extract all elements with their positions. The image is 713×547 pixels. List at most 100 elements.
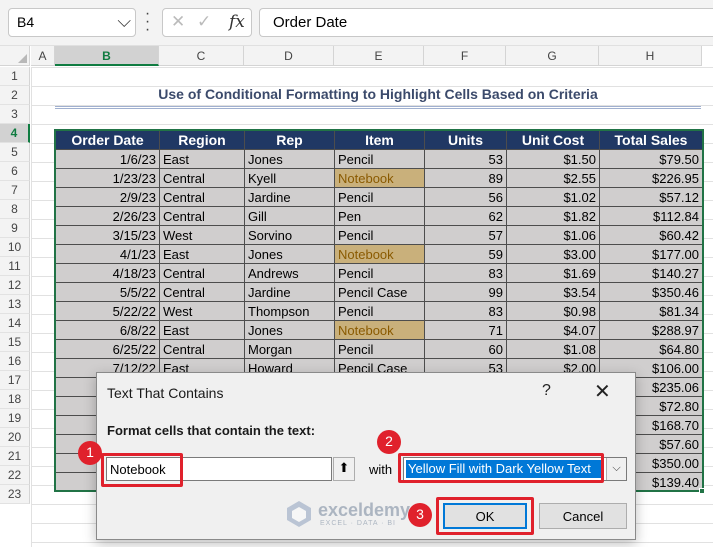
table-cell[interactable]: Central bbox=[159, 282, 245, 302]
table-cell[interactable]: Pencil bbox=[334, 225, 425, 245]
column-header-d[interactable]: D bbox=[244, 46, 334, 66]
table-cell[interactable]: $226.95 bbox=[599, 168, 703, 188]
row-header-13[interactable]: 13 bbox=[0, 295, 30, 314]
table-cell[interactable]: Jones bbox=[244, 244, 335, 264]
table-cell[interactable]: Central bbox=[159, 206, 245, 226]
table-cell[interactable]: 83 bbox=[424, 301, 507, 321]
table-cell[interactable]: $1.08 bbox=[506, 339, 600, 359]
insert-function-icon[interactable]: fx bbox=[229, 12, 245, 32]
select-all-corner[interactable] bbox=[0, 46, 30, 66]
table-cell[interactable]: $1.69 bbox=[506, 263, 600, 283]
table-cell[interactable]: East bbox=[159, 320, 245, 340]
table-cell[interactable]: 99 bbox=[424, 282, 507, 302]
table-cell[interactable]: East bbox=[159, 244, 245, 264]
table-cell[interactable]: Notebook bbox=[334, 168, 425, 188]
row-header-11[interactable]: 11 bbox=[0, 257, 30, 276]
table-cell[interactable]: 83 bbox=[424, 263, 507, 283]
column-header-g[interactable]: G bbox=[506, 46, 599, 66]
column-header-e[interactable]: E bbox=[334, 46, 424, 66]
row-header-9[interactable]: 9 bbox=[0, 219, 30, 238]
fill-handle[interactable] bbox=[699, 488, 705, 494]
table-cell[interactable]: Jardine bbox=[244, 282, 335, 302]
table-header[interactable]: Total Sales bbox=[599, 130, 703, 150]
row-header-20[interactable]: 20 bbox=[0, 428, 30, 447]
table-cell[interactable]: Kyell bbox=[244, 168, 335, 188]
table-cell[interactable]: Pen bbox=[334, 206, 425, 226]
table-cell[interactable]: 3/15/23 bbox=[55, 225, 160, 245]
chevron-down-icon[interactable]: ⌵ bbox=[606, 458, 626, 480]
table-cell[interactable]: 60 bbox=[424, 339, 507, 359]
table-cell[interactable]: $350.46 bbox=[599, 282, 703, 302]
row-header-16[interactable]: 16 bbox=[0, 352, 30, 371]
table-cell[interactable]: $57.12 bbox=[599, 187, 703, 207]
table-cell[interactable]: $140.27 bbox=[599, 263, 703, 283]
table-cell[interactable]: 6/25/22 bbox=[55, 339, 160, 359]
chevron-down-icon[interactable]: ⌵ bbox=[117, 11, 131, 32]
table-cell[interactable]: 71 bbox=[424, 320, 507, 340]
row-header-18[interactable]: 18 bbox=[0, 390, 30, 409]
table-cell[interactable]: $60.42 bbox=[599, 225, 703, 245]
table-header[interactable]: Item bbox=[334, 130, 425, 150]
table-cell[interactable]: Pencil bbox=[334, 149, 425, 169]
ok-button[interactable]: OK bbox=[443, 503, 527, 529]
row-header-19[interactable]: 19 bbox=[0, 409, 30, 428]
table-cell[interactable]: Pencil Case bbox=[334, 282, 425, 302]
table-cell[interactable]: 2/9/23 bbox=[55, 187, 160, 207]
table-cell[interactable]: $0.98 bbox=[506, 301, 600, 321]
contains-text-input[interactable]: Notebook bbox=[106, 457, 332, 481]
column-header-f[interactable]: F bbox=[424, 46, 506, 66]
table-cell[interactable]: Central bbox=[159, 187, 245, 207]
row-header-22[interactable]: 22 bbox=[0, 466, 30, 485]
table-cell[interactable]: Thompson bbox=[244, 301, 335, 321]
close-icon[interactable]: ✕ bbox=[594, 379, 611, 404]
table-cell[interactable]: West bbox=[159, 225, 245, 245]
table-cell[interactable]: Central bbox=[159, 263, 245, 283]
table-cell[interactable]: Pencil bbox=[334, 187, 425, 207]
table-cell[interactable]: $79.50 bbox=[599, 149, 703, 169]
table-cell[interactable]: $4.07 bbox=[506, 320, 600, 340]
cancel-button[interactable]: Cancel bbox=[539, 503, 627, 529]
table-cell[interactable]: 5/22/22 bbox=[55, 301, 160, 321]
row-header-4[interactable]: 4 bbox=[0, 124, 30, 143]
row-header-21[interactable]: 21 bbox=[0, 447, 30, 466]
table-cell[interactable]: Gill bbox=[244, 206, 335, 226]
column-header-c[interactable]: C bbox=[159, 46, 244, 66]
table-cell[interactable]: 53 bbox=[424, 149, 507, 169]
row-header-6[interactable]: 6 bbox=[0, 162, 30, 181]
table-cell[interactable]: $1.50 bbox=[506, 149, 600, 169]
table-cell[interactable]: $3.00 bbox=[506, 244, 600, 264]
table-header[interactable]: Unit Cost bbox=[506, 130, 600, 150]
table-header[interactable]: Order Date bbox=[55, 130, 160, 150]
table-cell[interactable]: 1/23/23 bbox=[55, 168, 160, 188]
table-cell[interactable]: $112.84 bbox=[599, 206, 703, 226]
table-cell[interactable]: Andrews bbox=[244, 263, 335, 283]
table-cell[interactable]: 6/8/22 bbox=[55, 320, 160, 340]
table-cell[interactable]: Pencil bbox=[334, 301, 425, 321]
column-header-a[interactable]: A bbox=[31, 46, 55, 66]
table-cell[interactable]: $2.55 bbox=[506, 168, 600, 188]
table-cell[interactable]: West bbox=[159, 301, 245, 321]
table-cell[interactable]: 89 bbox=[424, 168, 507, 188]
row-header-23[interactable]: 23 bbox=[0, 485, 30, 504]
table-cell[interactable]: $177.00 bbox=[599, 244, 703, 264]
collapse-dialog-icon[interactable]: ⬆ bbox=[333, 457, 355, 481]
x-icon[interactable]: ✕ bbox=[171, 12, 185, 32]
table-cell[interactable]: 57 bbox=[424, 225, 507, 245]
table-cell[interactable]: Morgan bbox=[244, 339, 335, 359]
row-header-8[interactable]: 8 bbox=[0, 200, 30, 219]
table-cell[interactable]: $64.80 bbox=[599, 339, 703, 359]
table-header[interactable]: Units bbox=[424, 130, 507, 150]
table-cell[interactable]: Jones bbox=[244, 320, 335, 340]
table-cell[interactable]: 5/5/22 bbox=[55, 282, 160, 302]
table-cell[interactable]: 62 bbox=[424, 206, 507, 226]
table-cell[interactable]: 4/1/23 bbox=[55, 244, 160, 264]
table-cell[interactable]: 59 bbox=[424, 244, 507, 264]
table-cell[interactable]: $1.06 bbox=[506, 225, 600, 245]
table-cell[interactable]: $81.34 bbox=[599, 301, 703, 321]
formula-input[interactable]: Order Date bbox=[259, 8, 713, 37]
row-header-7[interactable]: 7 bbox=[0, 181, 30, 200]
table-header[interactable]: Rep bbox=[244, 130, 335, 150]
name-box[interactable]: B4 ⌵ bbox=[8, 8, 136, 37]
table-cell[interactable]: $3.54 bbox=[506, 282, 600, 302]
table-cell[interactable]: 2/26/23 bbox=[55, 206, 160, 226]
